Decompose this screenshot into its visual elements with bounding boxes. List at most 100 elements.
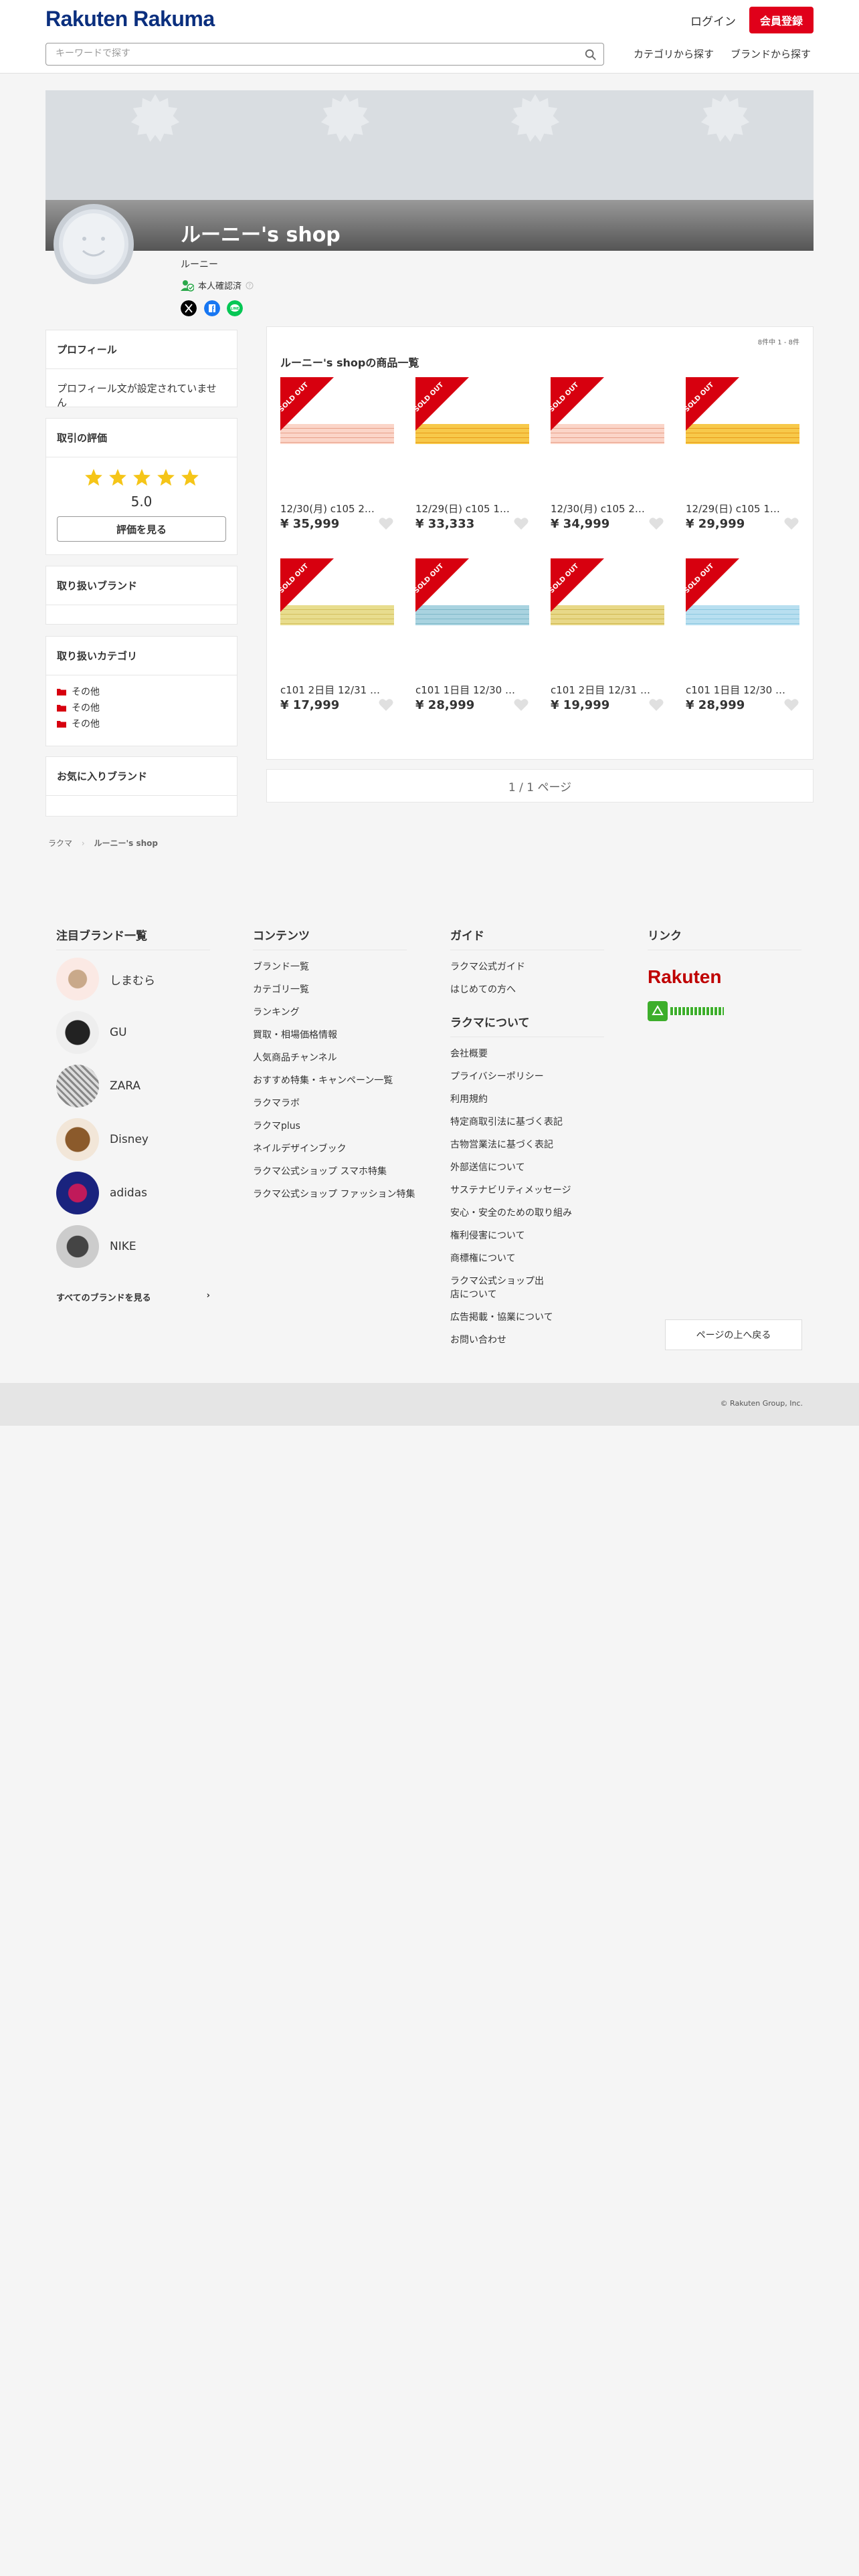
sold-out-badge: SOLD OUT xyxy=(551,558,604,612)
brand-item[interactable]: ZARA xyxy=(56,1065,140,1107)
product-card[interactable]: SOLD OUT 12/29(日) c105 1日... ¥ 33,333 xyxy=(415,377,529,531)
register-button[interactable]: 会員登録 xyxy=(749,7,814,33)
product-image[interactable]: SOLD OUT xyxy=(415,558,529,672)
contents-link[interactable]: ランキング xyxy=(253,1005,415,1018)
footer-about-heading: ラクマについて xyxy=(450,1013,604,1037)
brand-item[interactable]: GU xyxy=(56,1011,127,1054)
product-card[interactable]: SOLD OUT c101 1日目 12/30 コ... ¥ 28,999 xyxy=(415,558,529,712)
about-link[interactable]: お問い合わせ xyxy=(450,1333,604,1346)
product-name[interactable]: c101 2日目 12/31 コ... xyxy=(280,683,381,697)
profile-panel: プロフィール プロフィール文が設定されていません xyxy=(45,330,237,409)
search-input[interactable] xyxy=(56,43,577,64)
heart-icon[interactable] xyxy=(648,697,664,712)
brand-item[interactable]: しまむら xyxy=(56,958,155,1000)
recycle-badge[interactable] xyxy=(648,1000,728,1023)
all-brands-label: すべてのブランドを見る xyxy=(56,1293,151,1303)
category-item[interactable]: その他 xyxy=(57,683,226,700)
product-image[interactable]: SOLD OUT xyxy=(551,558,664,672)
category-item[interactable]: その他 xyxy=(57,716,226,732)
product-card[interactable]: SOLD OUT 12/30(月) c105 2日... ¥ 35,999 xyxy=(280,377,394,531)
about-link[interactable]: ラクマ公式ショップ出店について xyxy=(450,1274,544,1301)
rakuten-logo[interactable]: Rakuten xyxy=(648,966,801,988)
about-link[interactable]: 商標権について xyxy=(450,1251,604,1265)
product-name[interactable]: c101 1日目 12/30 コ... xyxy=(686,683,786,697)
sold-out-badge: SOLD OUT xyxy=(551,377,604,431)
about-link[interactable]: 会社概要 xyxy=(450,1047,604,1060)
facebook-share-icon[interactable] xyxy=(204,300,220,316)
product-image[interactable]: SOLD OUT xyxy=(280,558,394,672)
about-link[interactable]: 安心・安全のための取り組み xyxy=(450,1206,604,1219)
contents-link[interactable]: ネイルデザインブック xyxy=(253,1142,415,1155)
guide-link[interactable]: はじめての方へ xyxy=(450,982,604,996)
product-name[interactable]: 12/30(月) c105 2日... xyxy=(280,502,381,516)
rating-score: 5.0 xyxy=(130,494,153,510)
about-link[interactable]: プライバシーポリシー xyxy=(450,1069,604,1083)
product-card[interactable]: SOLD OUT c101 2日目 12/31 コ... ¥ 19,999 xyxy=(551,558,664,712)
contents-link[interactable]: ラクマplus xyxy=(253,1119,415,1132)
view-ratings-button[interactable]: 評価を見る xyxy=(57,516,226,542)
brand-item[interactable]: adidas xyxy=(56,1172,147,1214)
contents-link[interactable]: 買取・相場価格情報 xyxy=(253,1028,415,1041)
brand-item[interactable]: Disney xyxy=(56,1118,149,1161)
all-brands-link[interactable]: すべてのブランドを見る › xyxy=(56,1291,210,1303)
sold-out-badge: SOLD OUT xyxy=(280,377,334,431)
back-to-top-button[interactable]: ページの上へ戻る xyxy=(665,1319,802,1350)
guide-link[interactable]: ラクマ公式ガイド xyxy=(450,960,604,973)
contents-link[interactable]: ブランド一覧 xyxy=(253,960,415,973)
about-link[interactable]: 特定商取引法に基づく表記 xyxy=(450,1115,604,1128)
brand-image xyxy=(56,1011,99,1054)
breadcrumb-home[interactable]: ラクマ xyxy=(48,839,72,848)
brand-item[interactable]: NIKE xyxy=(56,1225,136,1268)
search-icon[interactable] xyxy=(585,49,597,61)
sold-out-badge: SOLD OUT xyxy=(415,377,469,431)
product-image[interactable]: SOLD OUT xyxy=(686,558,799,672)
about-link[interactable]: 利用規約 xyxy=(450,1092,604,1105)
product-name[interactable]: 12/30(月) c105 2日... xyxy=(551,502,651,516)
contents-link[interactable]: カテゴリ一覧 xyxy=(253,982,415,996)
product-name[interactable]: 12/29(日) c105 1日... xyxy=(415,502,516,516)
contents-link[interactable]: ラクマラボ xyxy=(253,1096,415,1109)
heart-icon[interactable] xyxy=(378,516,394,531)
product-name[interactable]: c101 1日目 12/30 コ... xyxy=(415,683,516,697)
brand-image xyxy=(56,958,99,1000)
product-card[interactable]: SOLD OUT 12/29(日) c105 1日... ¥ 29,999 xyxy=(686,377,799,531)
gear-decoration-icon xyxy=(130,94,180,142)
contents-link[interactable]: 人気商品チャンネル xyxy=(253,1051,415,1064)
product-name[interactable]: 12/29(日) c105 1日... xyxy=(686,502,786,516)
product-image[interactable]: SOLD OUT xyxy=(280,377,394,491)
product-name[interactable]: c101 2日目 12/31 コ... xyxy=(551,683,651,697)
line-share-icon[interactable]: LINE xyxy=(227,300,243,316)
brand-label: Disney xyxy=(110,1133,149,1146)
heart-icon[interactable] xyxy=(513,697,529,712)
heart-icon[interactable] xyxy=(513,516,529,531)
heart-icon[interactable] xyxy=(783,697,799,712)
heart-icon[interactable] xyxy=(648,516,664,531)
contents-link[interactable]: ラクマ公式ショップ ファッション特集 xyxy=(253,1187,415,1200)
product-image[interactable]: SOLD OUT xyxy=(415,377,529,491)
about-link[interactable]: 広告掲載・協業について xyxy=(450,1310,604,1323)
x-share-icon[interactable] xyxy=(181,300,197,316)
about-link[interactable]: 外部送信について xyxy=(450,1160,604,1174)
footer-links-heading: リンク xyxy=(648,926,801,950)
nav-category-link[interactable]: カテゴリから探す xyxy=(634,47,714,61)
login-link[interactable]: ログイン xyxy=(690,12,736,29)
about-link[interactable]: 古物営業法に基づく表記 xyxy=(450,1138,604,1151)
help-icon[interactable]: ? xyxy=(246,282,254,290)
about-link[interactable]: 権利侵害について xyxy=(450,1228,604,1242)
about-link[interactable]: サステナビリティメッセージ xyxy=(450,1183,604,1196)
contents-link[interactable]: おすすめ特集・キャンペーン一覧 xyxy=(253,1073,415,1087)
product-card[interactable]: SOLD OUT 12/30(月) c105 2日... ¥ 34,999 xyxy=(551,377,664,531)
product-card[interactable]: SOLD OUT c101 1日目 12/30 コ... ¥ 28,999 xyxy=(686,558,799,712)
heart-icon[interactable] xyxy=(783,516,799,531)
product-image[interactable]: SOLD OUT xyxy=(686,377,799,491)
product-image[interactable]: SOLD OUT xyxy=(551,377,664,491)
rakuma-logo[interactable]: Rakuten Rakuma xyxy=(45,7,215,31)
recycle-icon xyxy=(648,1001,668,1021)
contents-link[interactable]: ラクマ公式ショップ スマホ特集 xyxy=(253,1164,415,1178)
favorite-brands-heading: お気に入りブランド xyxy=(46,757,237,796)
product-card[interactable]: SOLD OUT c101 2日目 12/31 コ... ¥ 17,999 xyxy=(280,558,394,712)
nav-brand-link[interactable]: ブランドから探す xyxy=(731,47,811,61)
footer-guide-heading: ガイド xyxy=(450,926,604,950)
category-item[interactable]: その他 xyxy=(57,700,226,716)
heart-icon[interactable] xyxy=(378,697,394,712)
